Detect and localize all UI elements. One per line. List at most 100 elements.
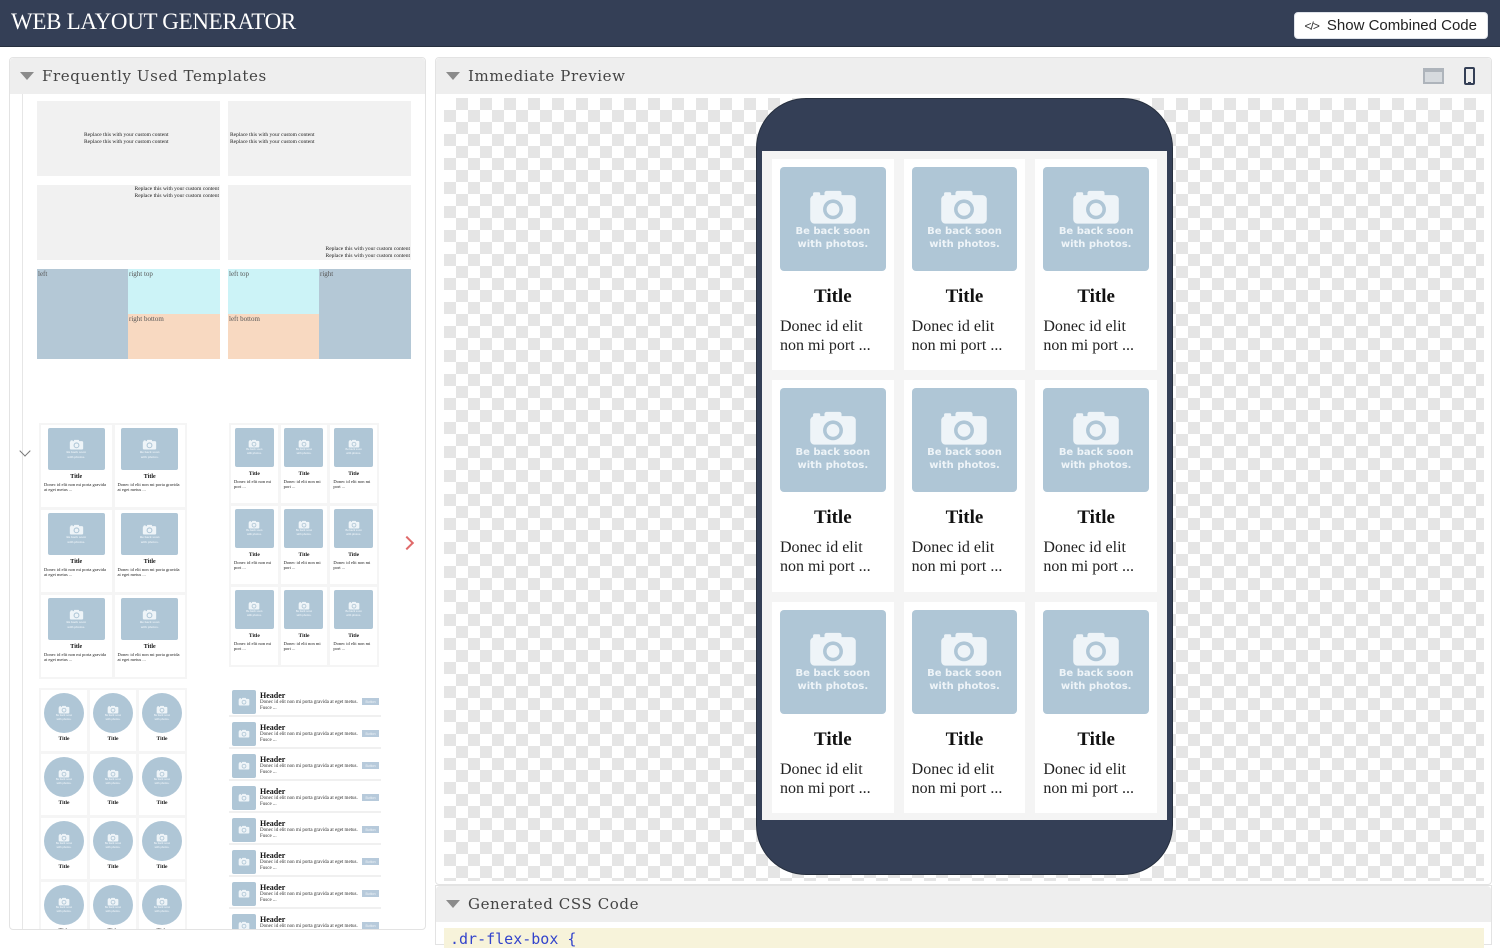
mini-card[interactable]: Be back soon with photos. Title Donec id el… [114, 425, 185, 507]
card-title: Title [945, 286, 984, 307]
list-row-button[interactable]: Button [362, 826, 379, 833]
list-row[interactable]: Header Donec id elit non mi porta gravida… [229, 880, 381, 909]
mini-card[interactable]: Be back soon with photos. Title Donec id el… [280, 425, 328, 503]
photo-placeholder [232, 785, 256, 810]
template-split-left-main[interactable]: left right top right bottom [37, 269, 220, 359]
mini-card-round[interactable]: Be back soonwith photos. Title [41, 690, 87, 751]
mini-card-round[interactable]: Be back soonwith photos. Title [90, 818, 136, 879]
template-list-3col[interactable]: Be back soon with photos. Title Donec id el… [229, 423, 379, 667]
mini-card-desc: Donec id elit non mi porta gravida at eg… [44, 652, 106, 662]
list-row[interactable]: Header Donec id elit non mi porta gravida… [229, 752, 381, 781]
show-combined-code-button[interactable]: </> Show Combined Code [1293, 12, 1488, 39]
placeholder-text: with photos. [154, 909, 170, 913]
mini-card[interactable]: Be back soon with photos. Title Donec id el… [114, 510, 185, 592]
mini-card-round[interactable]: Be back soonwith photos. Title [90, 882, 136, 929]
preview-card[interactable]: Be back soon with photos. Title Donec id el… [1035, 159, 1157, 371]
desktop-view-icon[interactable] [1423, 68, 1444, 84]
template-list-round[interactable]: Be back soon with photos. Title Be back soo… [39, 688, 187, 929]
list-row-button[interactable]: Button [362, 730, 379, 737]
list-row[interactable]: Header Donec id elit non mi porta gravida… [229, 688, 381, 717]
camera-icon [810, 633, 856, 666]
list-row[interactable]: Header Donec id elit non mi porta gravida… [229, 848, 381, 877]
css-code-block[interactable]: .dr-flex-box { [444, 928, 1484, 948]
photo-placeholder: Be back soon with photos. [284, 509, 324, 548]
template-top-right[interactable]: Replace this with your custom content Re… [37, 185, 220, 260]
template-center[interactable]: Replace this with your custom content Re… [37, 101, 220, 176]
template-list-rows[interactable]: Header Donec id elit non mi porta gravida… [229, 688, 381, 929]
mini-card-round[interactable]: Be back soonwith photos. Title [139, 690, 185, 751]
placeholder-text: with photos. [1060, 459, 1132, 471]
mini-card[interactable]: Be back soon with photos. Title Donec id el… [231, 587, 278, 665]
photo-placeholder: Be back soon with photos. [121, 598, 179, 640]
template-split-right-main[interactable]: left top left bottom right [228, 269, 411, 359]
list-row-button[interactable]: Button [362, 762, 379, 769]
camera-icon [248, 520, 260, 529]
mini-card[interactable]: Be back soon with photos. Title Donec id el… [280, 506, 328, 584]
list-row[interactable]: Header Donec id elit non mi porta gravida… [229, 784, 381, 813]
mobile-view-icon[interactable] [1464, 67, 1475, 85]
mini-card-desc: Donec id elit non mi port ... [333, 641, 371, 651]
photo-placeholder: Be back soon with photos. [334, 590, 374, 629]
card-desc: Donec id elit non mi port ... [911, 539, 1003, 576]
mini-card[interactable]: Be back soon with photos. Title Donec id el… [41, 595, 112, 677]
camera-icon [1073, 633, 1119, 666]
photo-placeholder: Be back soon with photos. [121, 428, 179, 470]
preview-header[interactable]: Immediate Preview [436, 58, 1491, 94]
mini-card[interactable]: Be back soon with photos. Title Donec id el… [41, 425, 112, 507]
photo-placeholder: Be back soon with photos. [911, 388, 1018, 493]
list-row-button[interactable]: Button [362, 794, 379, 801]
mini-card[interactable]: Be back soon with photos. Title Donec id el… [41, 510, 112, 592]
template-bottom-right[interactable]: Replace this with your custom content Re… [228, 185, 411, 260]
mini-card[interactable]: Be back soon with photos. Title Donec id el… [231, 425, 278, 503]
camera-icon [810, 190, 856, 224]
template-list-2col[interactable]: Be back soon with photos. Title Donec id el… [39, 423, 187, 679]
mini-card[interactable]: Be back soon with photos. Title Donec id el… [114, 595, 185, 677]
css-code-header[interactable]: Generated CSS Code [436, 886, 1491, 922]
camera-icon [69, 439, 83, 450]
list-row[interactable]: Header Donec id elit non mi porta gravida… [229, 912, 381, 929]
preview-card[interactable]: Be back soon with photos. Title Donec id el… [1035, 380, 1157, 592]
placeholder-text: Be back soon [795, 225, 871, 237]
preview-card[interactable]: Be back soon with photos. Title Donec id el… [903, 380, 1026, 592]
mini-card-round[interactable]: Be back soonwith photos. Title [139, 818, 185, 879]
mini-card-title: Title [107, 736, 119, 742]
mini-card-desc: Donec id elit non mi port ... [333, 479, 371, 489]
preview-card[interactable]: Be back soon with photos. Title Donec id el… [903, 159, 1026, 371]
mini-card-round[interactable]: Be back soonwith photos. Title [139, 882, 185, 929]
mini-card-round[interactable]: Be back soonwith photos. Title [41, 818, 87, 879]
list-row-button[interactable]: Button [362, 890, 379, 897]
list-row[interactable]: Header Donec id elit non mi porta gravida… [229, 720, 381, 749]
preview-card[interactable]: Be back soon with photos. Title Donec id el… [1035, 601, 1157, 813]
chevron-right-icon[interactable] [399, 535, 415, 551]
mini-card-round[interactable]: Be back soonwith photos. Title [90, 754, 136, 815]
mini-card-title: Title [58, 736, 70, 742]
photo-placeholder: Be back soon with photos. [780, 388, 886, 493]
list-row[interactable]: Header Donec id elit non mi porta gravida… [229, 816, 381, 845]
mini-card-round[interactable]: Be back soonwith photos. Title [41, 882, 87, 929]
mini-card-round[interactable]: Be back soonwith photos. Title [41, 754, 87, 815]
template-left-center[interactable]: Replace this with your custom content Re… [228, 101, 411, 176]
mini-card-round[interactable]: Be back soonwith photos. Title [139, 754, 185, 815]
mini-card[interactable]: Be back soon with photos. Title Donec id el… [231, 506, 278, 584]
list-row-button[interactable]: Button [362, 922, 379, 929]
camera-icon [941, 633, 988, 666]
camera-icon [238, 697, 250, 706]
camera-icon [156, 769, 168, 777]
mini-card[interactable]: Be back soon with photos. Title Donec id el… [330, 506, 377, 584]
mini-card[interactable]: Be back soon with photos. Title Donec id el… [330, 587, 377, 665]
placeholder-text: with photos. [105, 781, 121, 785]
list-row-button[interactable]: Button [362, 698, 379, 705]
frequent-templates-header[interactable]: Frequently Used Templates [10, 58, 425, 94]
split-right-top-cell: right top [128, 269, 220, 314]
list-row-button[interactable]: Button [362, 858, 379, 865]
photo-placeholder: Be back soon with photos. [142, 821, 182, 861]
mini-card-round[interactable]: Be back soonwith photos. Title [90, 690, 136, 751]
preview-card[interactable]: Be back soon with photos. Title Donec id el… [772, 159, 894, 371]
photo-placeholder: Be back soon with photos. [44, 757, 84, 797]
preview-card[interactable]: Be back soon with photos. Title Donec id el… [903, 601, 1026, 813]
preview-card[interactable]: Be back soon with photos. Title Donec id el… [772, 380, 894, 592]
mini-card[interactable]: Be back soon with photos. Title Donec id el… [330, 425, 377, 503]
preview-card[interactable]: Be back soon with photos. Title Donec id el… [772, 601, 894, 813]
camera-icon [156, 897, 168, 905]
mini-card[interactable]: Be back soon with photos. Title Donec id el… [280, 587, 328, 665]
